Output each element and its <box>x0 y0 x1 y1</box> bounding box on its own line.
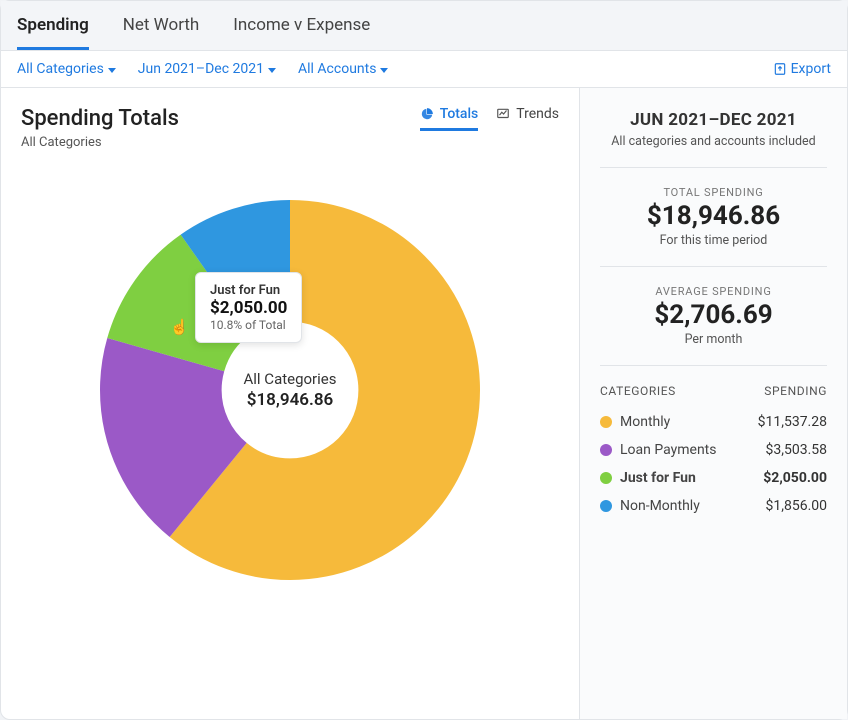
page-title: Spending Totals <box>21 106 179 131</box>
total-spending-label: TOTAL SPENDING <box>600 186 827 199</box>
category-color-dot <box>600 416 612 428</box>
category-label: Loan Payments <box>620 442 716 458</box>
category-color-dot <box>600 500 612 512</box>
view-tabs: Totals Trends <box>420 106 559 131</box>
filter-accounts-label: All Accounts <box>298 61 376 77</box>
tooltip-category: Just for Fun <box>210 283 287 298</box>
category-label: Non-Monthly <box>620 498 700 514</box>
categories-head-label: CATEGORIES <box>600 384 676 398</box>
chevron-down-icon <box>108 68 116 73</box>
donut-chart[interactable]: All Categories $18,946.86 Just for Fun $… <box>100 200 480 580</box>
category-color-dot <box>600 472 612 484</box>
spending-head-label: SPENDING <box>764 384 827 398</box>
category-row[interactable]: Non-Monthly $1,856.00 <box>600 492 827 520</box>
category-row[interactable]: Monthly $11,537.28 <box>600 408 827 436</box>
category-amount: $1,856.00 <box>765 498 827 514</box>
divider <box>600 365 827 366</box>
category-color-dot <box>600 444 612 456</box>
category-label: Monthly <box>620 414 670 430</box>
side-period-title: JUN 2021–DEC 2021 <box>600 110 827 130</box>
category-amount: $11,537.28 <box>758 414 827 430</box>
donut-center-title: All Categories <box>244 370 337 388</box>
tab-networth[interactable]: Net Worth <box>123 15 200 50</box>
view-tab-totals[interactable]: Totals <box>420 106 479 131</box>
donut-center-value: $18,946.86 <box>244 390 337 410</box>
avg-spending-sub: Per month <box>600 332 827 347</box>
chevron-down-icon <box>380 68 388 73</box>
pie-chart-icon <box>420 107 434 121</box>
total-spending-sub: For this time period <box>600 233 827 248</box>
category-row[interactable]: Loan Payments $3,503.58 <box>600 436 827 464</box>
filter-categories[interactable]: All Categories <box>17 61 116 77</box>
category-table-head: CATEGORIES SPENDING <box>600 384 827 398</box>
total-spending-value: $18,946.86 <box>600 201 827 231</box>
page-subtitle: All Categories <box>21 135 179 150</box>
divider <box>600 167 827 168</box>
tooltip-value: $2,050.00 <box>210 298 287 318</box>
filter-categories-label: All Categories <box>17 61 104 77</box>
export-icon <box>773 62 787 76</box>
view-tab-trends-label: Trends <box>516 106 559 122</box>
category-row[interactable]: Just for Fun $2,050.00 <box>600 464 827 492</box>
primary-tabbar: Spending Net Worth Income v Expense <box>1 1 847 51</box>
category-amount: $2,050.00 <box>763 470 827 486</box>
filter-bar: All Categories Jun 2021–Dec 2021 All Acc… <box>1 51 847 88</box>
content: Spending Totals All Categories Totals Tr… <box>1 88 847 719</box>
export-button[interactable]: Export <box>773 61 831 77</box>
app-window: Spending Net Worth Income v Expense All … <box>0 0 848 720</box>
tab-income-expense[interactable]: Income v Expense <box>233 15 370 50</box>
avg-spending-label: AVERAGE SPENDING <box>600 285 827 298</box>
donut-center-label: All Categories $18,946.86 <box>244 370 337 410</box>
side-period-sub: All categories and accounts included <box>600 134 827 149</box>
trends-icon <box>496 107 510 121</box>
filter-period-label: Jun 2021–Dec 2021 <box>138 61 264 77</box>
chart-tooltip: Just for Fun $2,050.00 10.8% of Total <box>195 272 302 343</box>
divider <box>600 266 827 267</box>
filter-accounts[interactable]: All Accounts <box>298 61 388 77</box>
main-panel: Spending Totals All Categories Totals Tr… <box>1 88 579 719</box>
view-tab-totals-label: Totals <box>440 106 479 122</box>
tab-spending[interactable]: Spending <box>17 15 89 50</box>
side-panel: JUN 2021–DEC 2021 All categories and acc… <box>579 88 847 719</box>
chevron-down-icon <box>268 68 276 73</box>
filter-period[interactable]: Jun 2021–Dec 2021 <box>138 61 276 77</box>
tooltip-percent: 10.8% of Total <box>210 318 287 332</box>
main-header: Spending Totals All Categories Totals Tr… <box>21 106 559 150</box>
view-tab-trends[interactable]: Trends <box>496 106 559 131</box>
export-label: Export <box>791 61 831 77</box>
category-rows: Monthly $11,537.28 Loan Payments $3,503.58 J… <box>600 408 827 520</box>
avg-spending-value: $2,706.69 <box>600 300 827 330</box>
category-amount: $3,503.58 <box>765 442 827 458</box>
category-label: Just for Fun <box>620 470 696 486</box>
